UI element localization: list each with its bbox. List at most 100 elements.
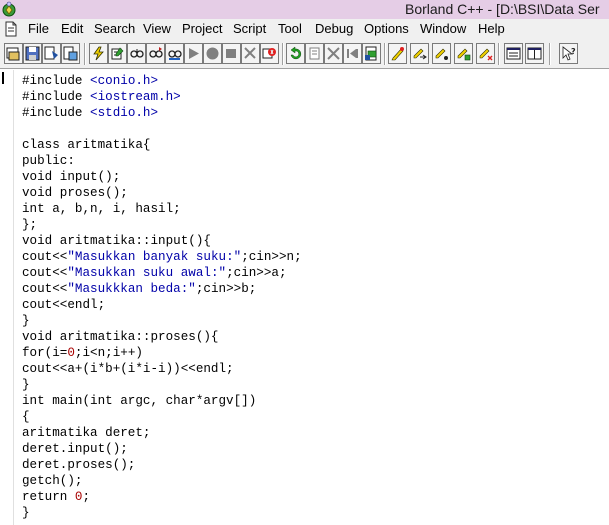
code-line[interactable]: #include <stdio.h> — [22, 105, 158, 121]
toolbar-separator — [498, 43, 500, 65]
run-icon[interactable] — [184, 43, 203, 64]
code-text: ;i<n;i++) — [74, 346, 143, 360]
code-line[interactable]: public: — [22, 153, 75, 169]
editor-gutter — [0, 70, 14, 525]
find-icon[interactable] — [127, 43, 146, 64]
title-bar: Borland C++ - [D:\BSI\Data Ser — [0, 0, 609, 19]
close-icon[interactable] — [324, 43, 343, 64]
code-text: getch(); — [22, 474, 83, 488]
code-line[interactable]: } — [22, 505, 30, 521]
toolbar-separator — [84, 43, 86, 65]
breakpoint-add-icon[interactable] — [410, 43, 429, 64]
code-line[interactable]: #include <conio.h> — [22, 73, 158, 89]
edit-icon[interactable] — [108, 43, 127, 64]
menu-tool[interactable]: Tool — [278, 19, 302, 39]
menu-window[interactable]: Window — [420, 19, 466, 39]
cancel-icon[interactable] — [305, 43, 324, 64]
undo-icon[interactable] — [286, 43, 305, 64]
code-line[interactable]: deret.proses(); — [22, 457, 135, 473]
code-line[interactable]: void input(); — [22, 169, 120, 185]
inspect-icon[interactable] — [362, 43, 381, 64]
project-make-icon[interactable] — [61, 43, 80, 64]
menu-search[interactable]: Search — [94, 19, 135, 39]
code-line[interactable]: #include <iostream.h> — [22, 89, 181, 105]
svg-text:?: ? — [571, 47, 576, 56]
toolbar-separator — [384, 43, 386, 65]
code-text: #include — [22, 74, 91, 88]
code-text: ; — [82, 490, 91, 504]
code-editor[interactable]: #include <conio.h> #include <iostream.h> #… — [0, 70, 609, 525]
help-icon[interactable]: ? — [559, 43, 578, 64]
step-icon[interactable] — [343, 43, 362, 64]
code-string: <conio.h> — [90, 74, 159, 88]
code-text: ;cin>>a; — [226, 266, 287, 280]
project-save-icon[interactable] — [23, 43, 42, 64]
code-text: { — [22, 410, 30, 424]
code-text: ;cin>>b; — [195, 282, 257, 296]
document-system-icon[interactable] — [3, 21, 19, 37]
code-line[interactable]: cout<<"Masukkan suku awal:";cin>>a; — [22, 265, 287, 281]
code-text: } — [22, 378, 30, 392]
breakpoint-remove-icon[interactable] — [476, 43, 495, 64]
code-line[interactable]: getch(); — [22, 473, 82, 489]
menu-file[interactable]: File — [28, 19, 49, 39]
code-line[interactable]: void proses(); — [22, 185, 128, 201]
code-text: int a, b,n, i, hasil; — [22, 202, 181, 216]
code-text: void aritmatika::proses(){ — [22, 330, 219, 344]
breakpoint-watch-icon[interactable] — [454, 43, 473, 64]
code-line[interactable]: return 0; — [22, 489, 90, 505]
menu-edit[interactable]: Edit — [61, 19, 83, 39]
code-line[interactable]: aritmatika deret; — [22, 425, 150, 441]
code-line[interactable]: void aritmatika::proses(){ — [22, 329, 219, 345]
code-line[interactable]: class aritmatika{ — [22, 137, 150, 153]
code-line[interactable]: void aritmatika::input(){ — [22, 233, 211, 249]
menu-script[interactable]: Script — [233, 19, 266, 39]
project-open-icon[interactable] — [4, 43, 23, 64]
code-line[interactable]: cout<<a+(i*b+(i*i-i))<<endl; — [22, 361, 234, 377]
step-over-icon[interactable] — [222, 43, 241, 64]
window-tile-icon[interactable] — [504, 43, 523, 64]
menu-help[interactable]: Help — [478, 19, 505, 39]
project-build-icon[interactable] — [42, 43, 61, 64]
code-line[interactable]: cout<<"Masukkkan beda:";cin>>b; — [22, 281, 256, 297]
toolbar-separator — [282, 43, 284, 65]
code-string: <stdio.h> — [90, 106, 159, 120]
menu-project[interactable]: Project — [182, 19, 222, 39]
code-line[interactable]: int a, b,n, i, hasil; — [22, 201, 181, 217]
code-line[interactable]: } — [22, 313, 30, 329]
lightning-icon[interactable] — [89, 43, 108, 64]
breakpoint-toggle-icon[interactable] — [432, 43, 451, 64]
code-number: 0 — [67, 346, 75, 360]
menu-debug[interactable]: Debug — [315, 19, 353, 39]
code-text: } — [22, 506, 30, 520]
code-line[interactable]: cout<<"Masukkan banyak suku:";cin>>n; — [22, 249, 302, 265]
code-text: class aritmatika{ — [22, 138, 151, 152]
code-line[interactable]: deret.input(); — [22, 441, 128, 457]
code-string: "Masukkan suku awal:" — [67, 266, 227, 280]
code-string: <iostream.h> — [90, 90, 181, 104]
window-cascade-icon[interactable] — [525, 43, 544, 64]
code-line[interactable]: cout<<endl; — [22, 297, 105, 313]
code-text: ;cin>>n; — [241, 250, 302, 264]
code-text: }; — [22, 218, 38, 232]
code-text: #include — [22, 90, 91, 104]
borland-app-icon[interactable] — [1, 1, 17, 17]
toolbar-separator — [549, 43, 551, 65]
find-replace-icon[interactable] — [165, 43, 184, 64]
breakpoint-icon[interactable] — [388, 43, 407, 64]
trace-into-icon[interactable] — [241, 43, 260, 64]
code-line[interactable]: int main(int argc, char*argv[]) — [22, 393, 256, 409]
code-line[interactable]: }; — [22, 217, 37, 233]
code-text: deret.proses(); — [22, 458, 136, 472]
window-title: Borland C++ - [D:\BSI\Data Ser — [405, 1, 600, 17]
code-text: cout<< — [22, 250, 68, 264]
code-line[interactable]: for(i=0;i<n;i++) — [22, 345, 143, 361]
pause-icon[interactable] — [203, 43, 222, 64]
menu-options[interactable]: Options — [364, 19, 409, 39]
menu-view[interactable]: View — [143, 19, 171, 39]
code-line[interactable]: { — [22, 409, 30, 425]
stop-icon[interactable] — [260, 43, 279, 64]
find-next-icon[interactable] — [146, 43, 165, 64]
code-line[interactable]: } — [22, 377, 30, 393]
code-text: deret.input(); — [22, 442, 128, 456]
